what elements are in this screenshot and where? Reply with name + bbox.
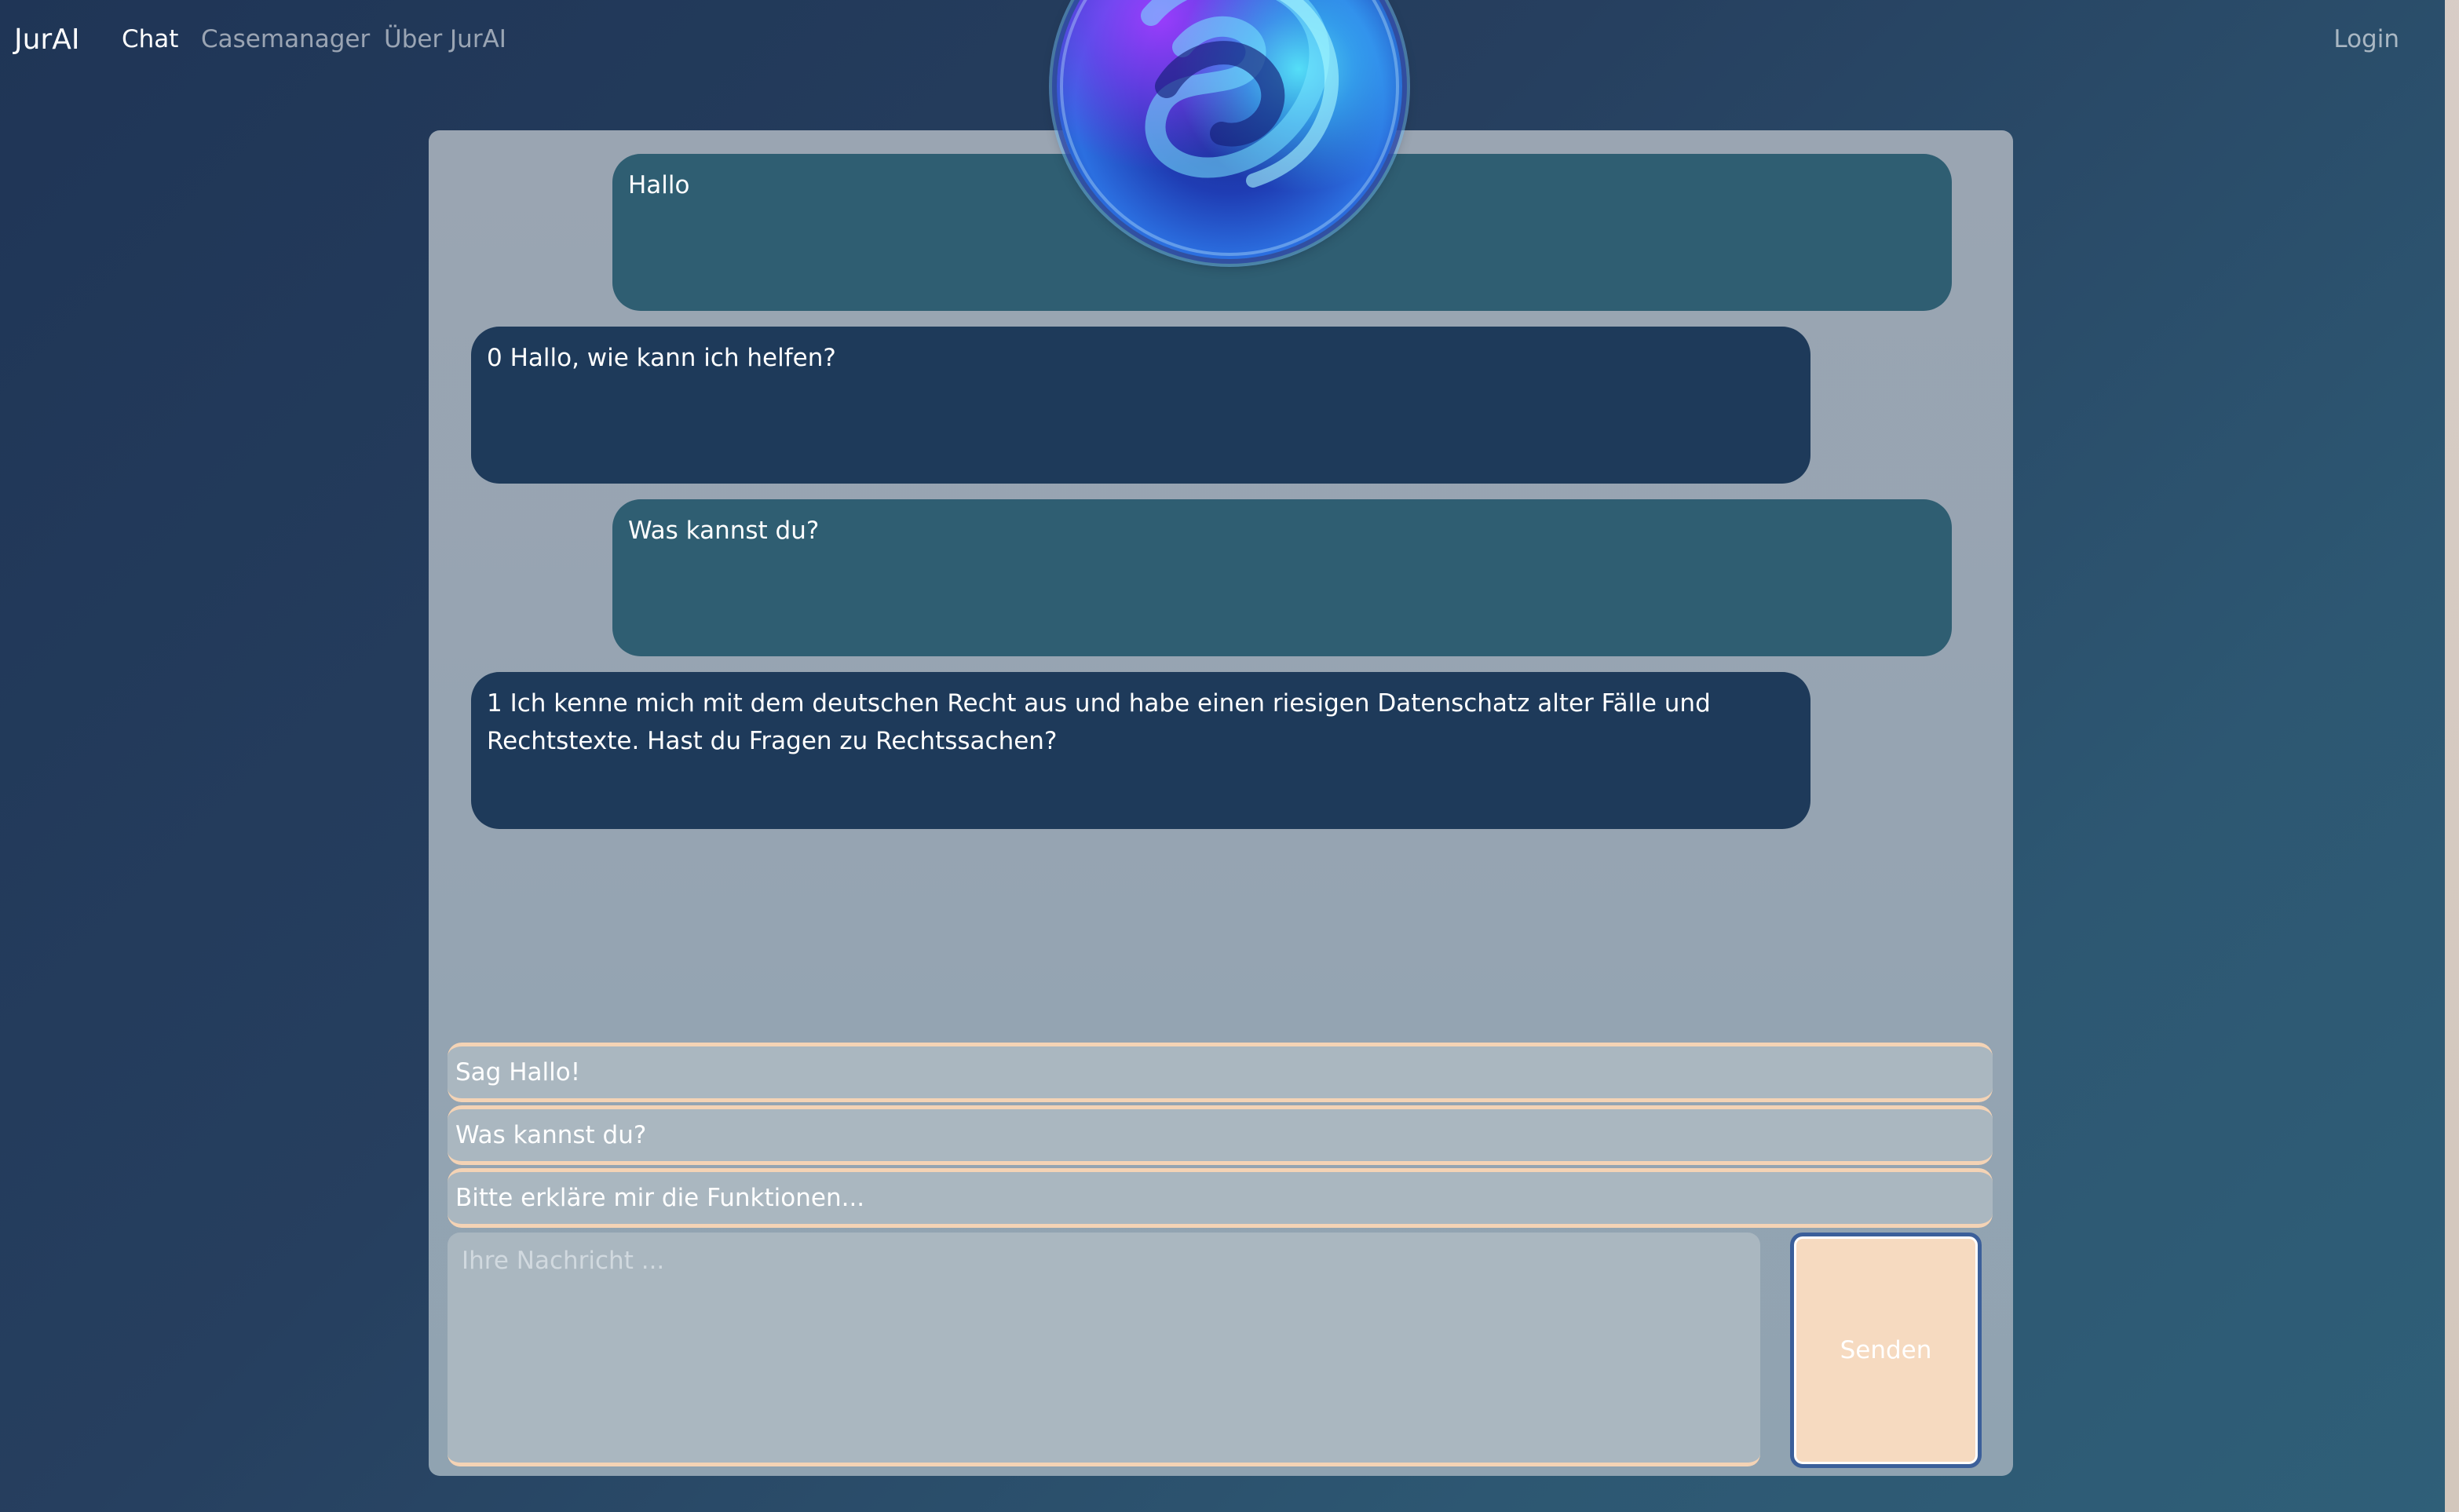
send-button[interactable]: Senden bbox=[1790, 1233, 1982, 1468]
chat-panel: Hallo 0 Hallo, wie kann ich helfen? Was … bbox=[429, 130, 2013, 1476]
user-message: Was kannst du? bbox=[612, 499, 1952, 656]
bot-message: 0 Hallo, wie kann ich helfen? bbox=[471, 327, 1810, 484]
assistant-orb-icon bbox=[1057, 0, 1402, 259]
orb-swirl bbox=[1060, 0, 1399, 256]
brand-logo[interactable]: JurAI bbox=[14, 20, 79, 60]
login-link[interactable]: Login bbox=[2333, 22, 2399, 57]
window-edge bbox=[2445, 0, 2459, 1512]
nav-link-about[interactable]: Über JurAI bbox=[384, 22, 506, 57]
suggestion-what-can-you-do[interactable]: Was kannst du? bbox=[448, 1105, 1993, 1165]
message-input[interactable] bbox=[448, 1233, 1760, 1466]
suggestion-say-hello[interactable]: Sag Hallo! bbox=[448, 1043, 1993, 1102]
nav-link-casemanager[interactable]: Casemanager bbox=[201, 22, 370, 57]
nav-link-chat[interactable]: Chat bbox=[122, 22, 178, 57]
bot-message: 1 Ich kenne mich mit dem deutschen Recht… bbox=[471, 672, 1810, 829]
suggestion-explain-functions[interactable]: Bitte erkläre mir die Funktionen... bbox=[448, 1168, 1993, 1228]
